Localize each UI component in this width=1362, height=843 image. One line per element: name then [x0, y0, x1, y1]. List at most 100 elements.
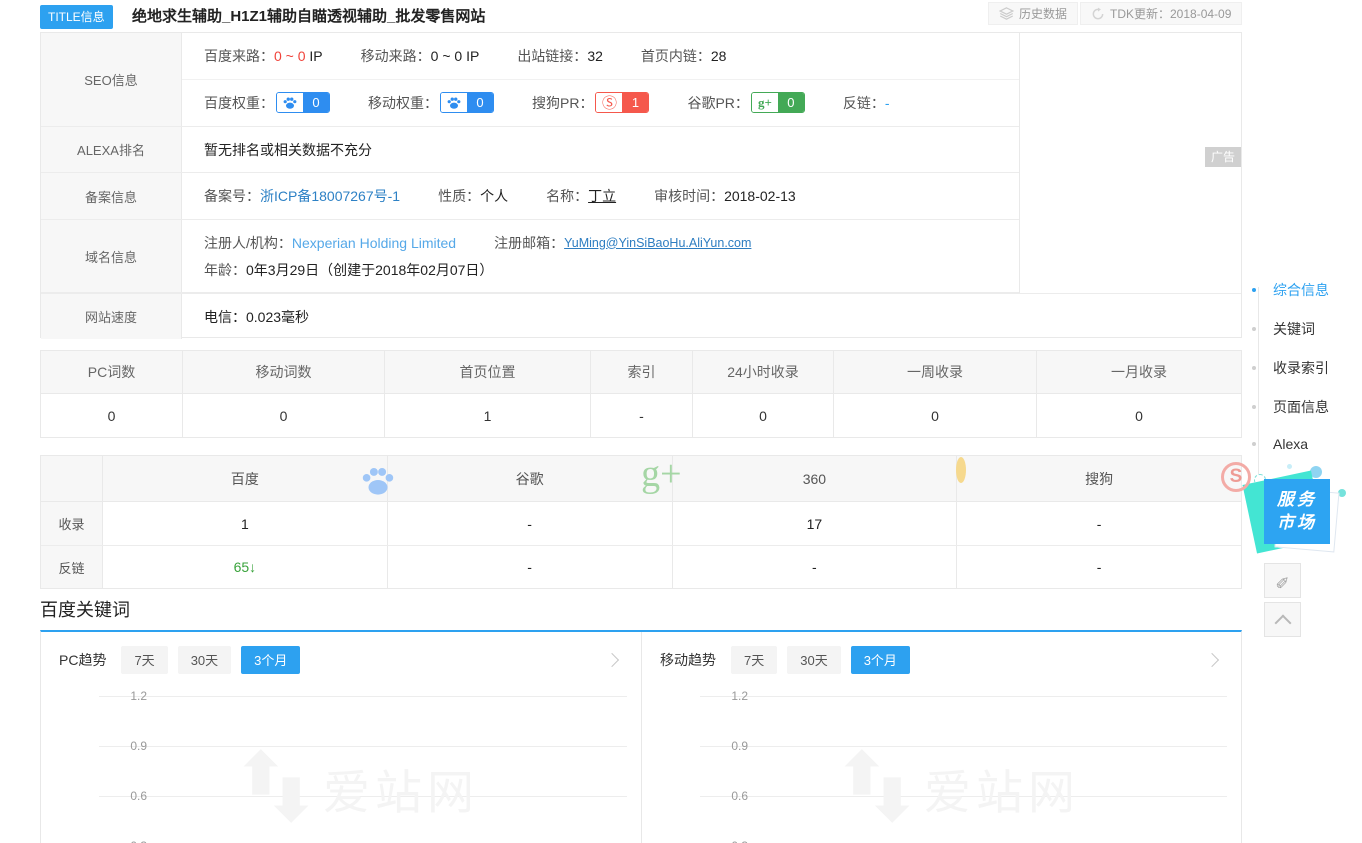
stats-value: 0	[41, 394, 183, 437]
range-7d-button[interactable]: 7天	[121, 646, 167, 674]
sidebar-item-overview[interactable]: 综合信息	[1250, 280, 1329, 300]
google-plus-icon: g+	[641, 452, 681, 496]
nav-dot-icon	[1250, 364, 1258, 372]
stats-header: 一月收录	[1037, 351, 1241, 393]
registrant-link[interactable]: Nexperian Holding Limited	[292, 235, 456, 251]
sidebar-item-keywords[interactable]: 关键词	[1250, 319, 1315, 339]
chevron-right-icon[interactable]	[605, 653, 619, 667]
y-tick: 0.9	[107, 739, 147, 753]
pencil-icon: ✎	[1275, 571, 1289, 591]
engine-corner-cell	[41, 456, 103, 501]
backlinks-baidu[interactable]: 65↓	[103, 546, 388, 588]
range-7d-button[interactable]: 7天	[731, 646, 777, 674]
range-30d-button[interactable]: 30天	[787, 646, 840, 674]
nav-dot-icon	[1250, 403, 1258, 411]
refresh-icon	[1091, 7, 1105, 21]
layers-icon	[999, 6, 1014, 21]
aizhan-watermark: 爱站网	[842, 747, 1080, 830]
speed-value-text: 电信：0.023毫秒	[204, 307, 309, 327]
sidebar-item-alexa[interactable]: Alexa	[1250, 436, 1308, 452]
page-title: 绝地求生辅助_H1Z1辅助自瞄透视辅助_批发零售网站	[132, 5, 485, 26]
stats-value: 0	[1037, 394, 1241, 437]
site-info-table: SEO信息 百度来路：0 ~ 0 IP 移动来路：0 ~ 0 IP 出站链接：3…	[40, 32, 1242, 338]
aizhan-logo-icon	[842, 747, 912, 830]
baidu-mobile-paw-icon	[441, 93, 467, 112]
stats-value: 0	[693, 394, 834, 437]
service-market-badge[interactable]: 服务 市场	[1264, 479, 1330, 544]
stats-value: -	[591, 394, 693, 437]
stats-header: 24小时收录	[693, 351, 834, 393]
mobile-trend-chart: 移动趋势 7天 30天 3个月 1.2 0.9 0.6 0.3 爱站网	[641, 632, 1241, 843]
sidebar-item-index[interactable]: 收录索引	[1250, 358, 1329, 378]
y-tick: 0.3	[107, 839, 147, 843]
google-pr-badge[interactable]: g+ 0	[751, 92, 805, 113]
icp-number-link[interactable]: 浙ICP备18007267号-1	[260, 186, 400, 206]
sogou-pr: 搜狗PR： Ⓢ 1	[532, 92, 649, 113]
stats-header: 首页位置	[385, 351, 591, 393]
outbound-links: 出站链接：32	[517, 46, 603, 66]
keyword-stats-table: PC词数 移动词数 首页位置 索引 24小时收录 一周收录 一月收录 0 0 1…	[40, 350, 1242, 438]
alexa-no-data-text: 暂无排名或相关数据不充分	[204, 140, 372, 160]
stats-header: 索引	[591, 351, 693, 393]
range-3m-button[interactable]: 3个月	[851, 646, 910, 674]
trend-charts-panel: PC趋势 7天 30天 3个月 1.2 0.9 0.6 0.3 爱站网 移动趋势…	[40, 630, 1242, 843]
y-tick: 0.6	[107, 789, 147, 803]
y-tick: 0.3	[708, 839, 748, 843]
baidu-traffic: 百度来路：0 ~ 0 IP	[204, 46, 323, 66]
range-30d-button[interactable]: 30天	[178, 646, 231, 674]
seo-row-label: SEO信息	[41, 33, 182, 126]
stats-value: 0	[834, 394, 1037, 437]
homepage-internal-links: 首页内链：28	[641, 46, 727, 66]
mobile-traffic: 移动来路：0 ~ 0 IP	[361, 46, 480, 66]
baidu-weight-badge[interactable]: 0	[276, 92, 330, 113]
aizhan-logo-icon	[241, 747, 311, 830]
chevron-up-icon	[1274, 614, 1291, 631]
baidu-weight: 百度权重： 0	[204, 92, 330, 113]
chevron-right-icon[interactable]	[1205, 653, 1219, 667]
search-engine-table: 百度 谷歌 g+ 360 搜狗 S 收录 1 - 17 - 反链 65↓	[40, 455, 1242, 589]
back-to-top-button[interactable]	[1264, 602, 1301, 637]
stats-value: 1	[385, 394, 591, 437]
ad-area: 广告	[1021, 33, 1242, 292]
engine-col-sogou: 搜狗 S	[957, 456, 1241, 501]
range-3m-button[interactable]: 3个月	[241, 646, 300, 674]
sogou-s-icon: S	[1221, 462, 1251, 492]
site-speed-row: 网站速度 电信：0.023毫秒	[41, 293, 1241, 339]
aizhan-watermark: 爱站网	[241, 747, 479, 830]
backlinks: 反链： -	[843, 93, 890, 113]
feedback-edit-button[interactable]: ✎	[1264, 563, 1301, 598]
baidu-keywords-title: 百度关键词	[40, 596, 130, 622]
stats-header: 一周收录	[834, 351, 1037, 393]
icp-record-row: 备案信息 备案号：浙ICP备18007267号-1 性质：个人 名称：丁立 审核…	[41, 173, 1019, 220]
record-name-link[interactable]: 丁立	[588, 186, 616, 206]
nav-dot-icon	[1250, 286, 1258, 294]
backlinks-360: -	[673, 546, 958, 588]
down-arrow-icon: ↓	[249, 559, 256, 575]
indexed-360[interactable]: 17	[673, 502, 958, 545]
mobile-trend-label: 移动趋势	[660, 650, 716, 670]
backlinks-row: 反链 65↓ - - -	[41, 545, 1241, 588]
y-tick: 1.2	[708, 689, 748, 703]
nav-dot-icon	[1250, 325, 1258, 333]
engine-col-baidu: 百度	[103, 456, 388, 501]
seo-info-row: SEO信息 百度来路：0 ~ 0 IP 移动来路：0 ~ 0 IP 出站链接：3…	[41, 33, 1019, 127]
360-circle-icon	[956, 462, 966, 478]
title-info-badge: TITLE信息	[40, 5, 113, 29]
sogou-pr-badge[interactable]: Ⓢ 1	[595, 92, 649, 113]
google-plus-icon: g+	[752, 93, 778, 112]
stats-header: PC词数	[41, 351, 183, 393]
baidu-paw-icon	[359, 462, 397, 503]
sidebar-item-pageinfo[interactable]: 页面信息	[1250, 397, 1329, 417]
backlinks-google: -	[388, 546, 673, 588]
engine-col-google: 谷歌 g+	[388, 456, 673, 501]
indexed-baidu[interactable]: 1	[103, 502, 388, 545]
registrant-email-link[interactable]: YuMing@YinSiBaoHu.AliYun.com	[564, 236, 751, 250]
indexed-sogou: -	[957, 502, 1241, 545]
mobile-weight-badge[interactable]: 0	[440, 92, 494, 113]
deco-dot	[1287, 464, 1292, 469]
tdk-update-info: TDK更新：2018-04-09	[1080, 2, 1242, 25]
indexed-row: 收录 1 - 17 -	[41, 502, 1241, 545]
history-data-button[interactable]: 历史数据	[988, 2, 1078, 25]
ad-badge: 广告	[1205, 147, 1241, 167]
sogou-s-icon: Ⓢ	[596, 93, 622, 112]
